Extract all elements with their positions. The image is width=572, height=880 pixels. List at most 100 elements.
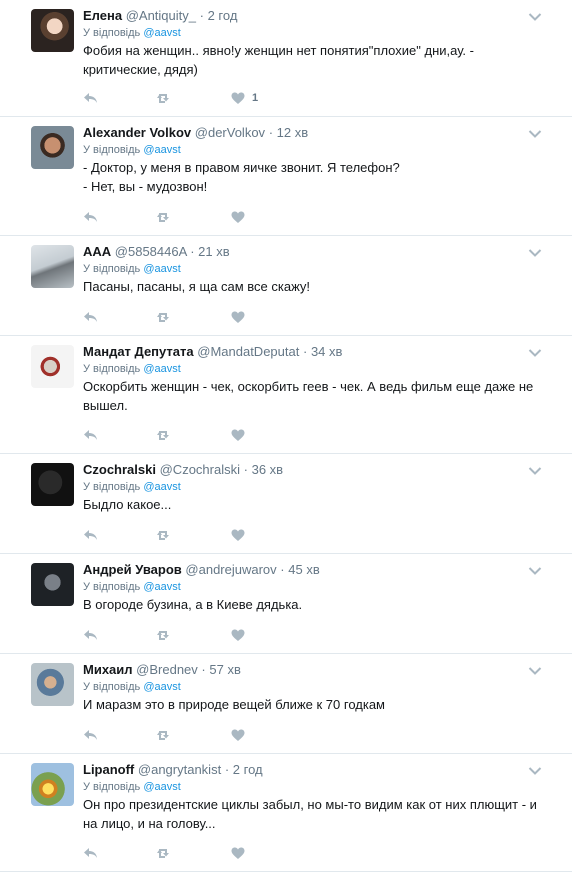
reply-icon[interactable] — [83, 627, 98, 643]
tweet-header: Михаил @Brednev · 57 хв — [83, 661, 542, 678]
user-name[interactable]: Елена — [83, 8, 122, 23]
separator: · — [201, 662, 206, 677]
tweet[interactable]: Lipanoff @angrytankist · 2 год У відповід… — [0, 754, 572, 872]
chevron-down-icon[interactable] — [528, 763, 542, 775]
like-button[interactable] — [231, 727, 252, 743]
user-handle[interactable]: @Antiquity_ — [126, 8, 196, 23]
timestamp[interactable]: 57 хв — [209, 662, 240, 677]
like-button[interactable] — [231, 427, 252, 443]
tweet[interactable]: Мандат Депутата @MandatDeputat · 34 хв У … — [0, 336, 572, 454]
chevron-down-icon[interactable] — [528, 463, 542, 475]
like-button[interactable] — [231, 527, 252, 543]
heart-icon — [231, 729, 245, 742]
avatar[interactable] — [31, 245, 74, 288]
chevron-down-icon[interactable] — [528, 245, 542, 257]
reply-icon[interactable] — [83, 845, 98, 861]
user-handle[interactable]: @MandatDeputat — [197, 344, 299, 359]
retweet-icon[interactable] — [156, 309, 172, 325]
user-handle[interactable]: @Brednev — [136, 662, 198, 677]
reply-context: У відповідь @aavst — [83, 780, 542, 794]
retweet-icon[interactable] — [156, 209, 172, 225]
avatar[interactable] — [31, 663, 74, 706]
timestamp[interactable]: 34 хв — [311, 344, 342, 359]
timestamp[interactable]: 2 год — [233, 762, 263, 777]
reply-to-link[interactable]: @aavst — [143, 681, 180, 693]
user-name[interactable]: Lipanoff — [83, 762, 134, 777]
like-button[interactable] — [231, 627, 252, 643]
reply-to-link[interactable]: @aavst — [143, 263, 180, 275]
reply-icon[interactable] — [83, 309, 98, 325]
chevron-down-icon[interactable] — [528, 9, 542, 21]
reply-prefix: У відповідь — [83, 263, 141, 275]
reply-prefix: У відповідь — [83, 481, 141, 493]
reply-to-link[interactable]: @aavst — [143, 363, 180, 375]
avatar[interactable] — [31, 563, 74, 606]
reply-icon[interactable] — [83, 527, 98, 543]
retweet-icon[interactable] — [156, 527, 172, 543]
like-button[interactable] — [231, 309, 252, 325]
reply-context: У відповідь @aavst — [83, 26, 542, 40]
reply-to-link[interactable]: @aavst — [143, 144, 180, 156]
retweet-icon[interactable] — [156, 90, 172, 106]
like-button[interactable] — [231, 209, 252, 225]
tweet-actions — [83, 527, 303, 543]
tweet[interactable]: Андрей Уваров @andrejuwarov · 45 хв У від… — [0, 554, 572, 654]
user-name[interactable]: Андрей Уваров — [83, 562, 182, 577]
heart-icon — [231, 211, 245, 224]
avatar[interactable] — [31, 345, 74, 388]
user-name[interactable]: AAA — [83, 244, 111, 259]
tweet[interactable]: AAA @5858446A · 21 хв У відповідь @aavst П… — [0, 236, 572, 336]
reply-icon[interactable] — [83, 427, 98, 443]
tweet-content: Lipanoff @angrytankist · 2 год У відповід… — [83, 761, 542, 833]
reply-to-link[interactable]: @aavst — [143, 27, 180, 39]
avatar[interactable] — [31, 9, 74, 52]
reply-prefix: У відповідь — [83, 681, 141, 693]
user-name[interactable]: Alexander Volkov — [83, 125, 191, 140]
tweet[interactable]: Alexander Volkov @derVolkov · 12 хв У від… — [0, 117, 572, 236]
reply-to-link[interactable]: @aavst — [143, 481, 180, 493]
avatar[interactable] — [31, 463, 74, 506]
tweet-header: Czochralski @Czochralski · 36 хв — [83, 461, 542, 478]
separator: · — [302, 344, 308, 359]
timestamp[interactable]: 45 хв — [288, 562, 319, 577]
chevron-down-icon[interactable] — [528, 126, 542, 138]
chevron-down-icon[interactable] — [528, 563, 542, 575]
chevron-down-icon[interactable] — [528, 663, 542, 675]
timestamp[interactable]: 36 хв — [252, 462, 283, 477]
retweet-icon[interactable] — [156, 727, 172, 743]
retweet-icon[interactable] — [156, 627, 172, 643]
tweet-content: Михаил @Brednev · 57 хв У відповідь @aavs… — [83, 661, 542, 714]
tweet-header: Елена @Antiquity_ · 2 год — [83, 7, 542, 24]
tweet-text: Быдло какое... — [83, 497, 172, 512]
user-handle[interactable]: @Czochralski — [160, 462, 240, 477]
reply-icon[interactable] — [83, 90, 98, 106]
reply-icon[interactable] — [83, 727, 98, 743]
retweet-icon[interactable] — [156, 427, 172, 443]
tweet-content: Alexander Volkov @derVolkov · 12 хв У від… — [83, 124, 542, 196]
user-handle[interactable]: @andrejuwarov — [185, 562, 276, 577]
like-button[interactable] — [231, 845, 252, 861]
reply-context: У відповідь @aavst — [83, 143, 542, 157]
reply-to-link[interactable]: @aavst — [143, 781, 180, 793]
timestamp[interactable]: 12 хв — [277, 125, 308, 140]
tweet-header: Alexander Volkov @derVolkov · 12 хв — [83, 124, 542, 141]
tweet-actions — [83, 427, 303, 443]
user-handle[interactable]: @angrytankist — [138, 762, 221, 777]
avatar[interactable] — [31, 126, 74, 169]
chevron-down-icon[interactable] — [528, 345, 542, 357]
reply-to-link[interactable]: @aavst — [143, 581, 180, 593]
avatar[interactable] — [31, 763, 74, 806]
user-name[interactable]: Михаил — [83, 662, 133, 677]
tweet[interactable]: Czochralski @Czochralski · 36 хв У відпов… — [0, 454, 572, 554]
like-button[interactable]: 1 — [231, 90, 258, 106]
tweet[interactable]: Михаил @Brednev · 57 хв У відповідь @aavs… — [0, 654, 572, 754]
timestamp[interactable]: 2 год — [208, 8, 238, 23]
user-name[interactable]: Мандат Депутата — [83, 344, 194, 359]
tweet[interactable]: Елена @Antiquity_ · 2 год У відповідь @aa… — [0, 0, 572, 117]
user-name[interactable]: Czochralski — [83, 462, 156, 477]
user-handle[interactable]: @derVolkov — [195, 125, 265, 140]
user-handle[interactable]: @5858446A — [115, 244, 187, 259]
retweet-icon[interactable] — [156, 845, 172, 861]
timestamp[interactable]: 21 хв — [198, 244, 229, 259]
reply-icon[interactable] — [83, 209, 98, 225]
